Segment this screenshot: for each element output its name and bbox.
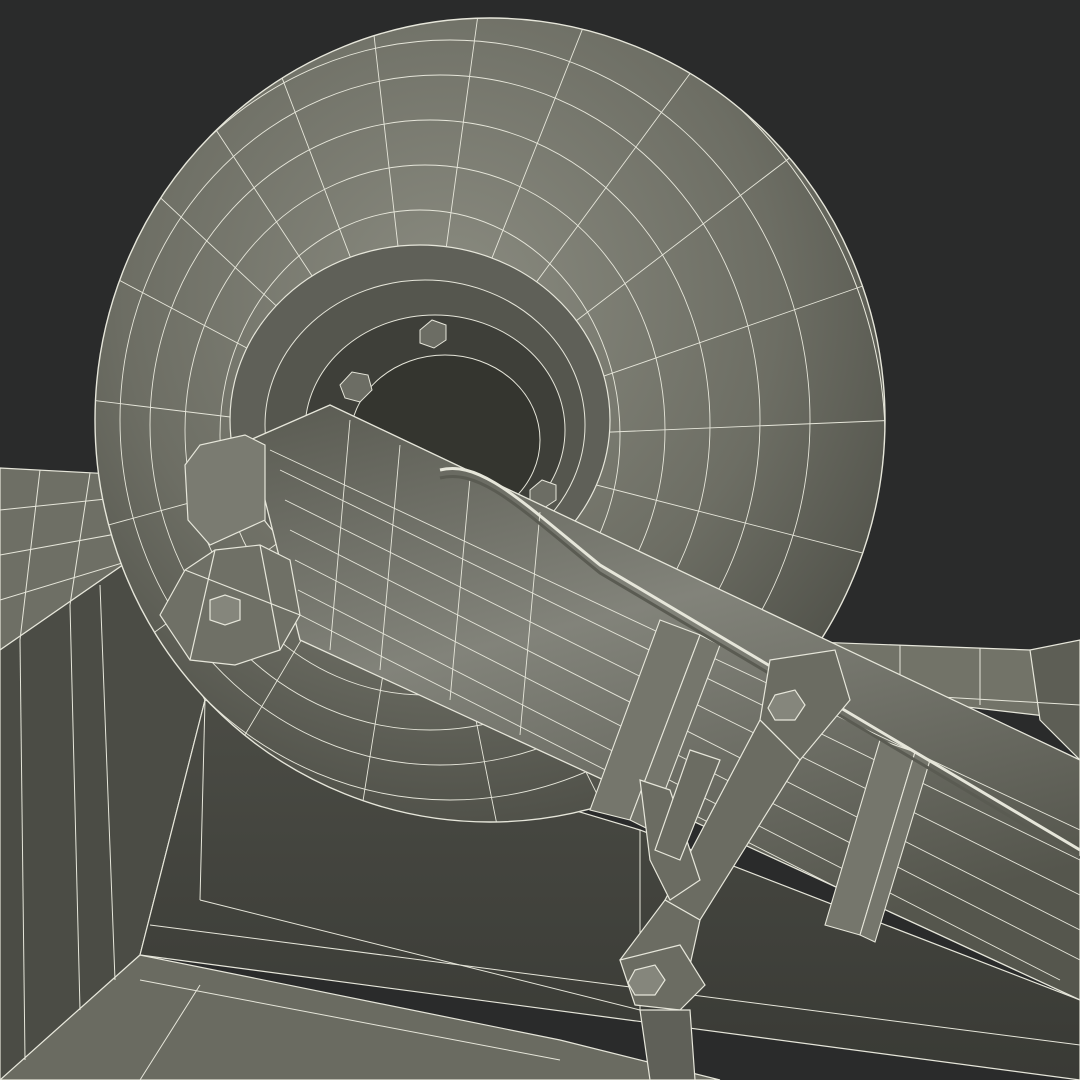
- wireframe-render: [0, 0, 1080, 1080]
- render-viewport: [0, 0, 1080, 1080]
